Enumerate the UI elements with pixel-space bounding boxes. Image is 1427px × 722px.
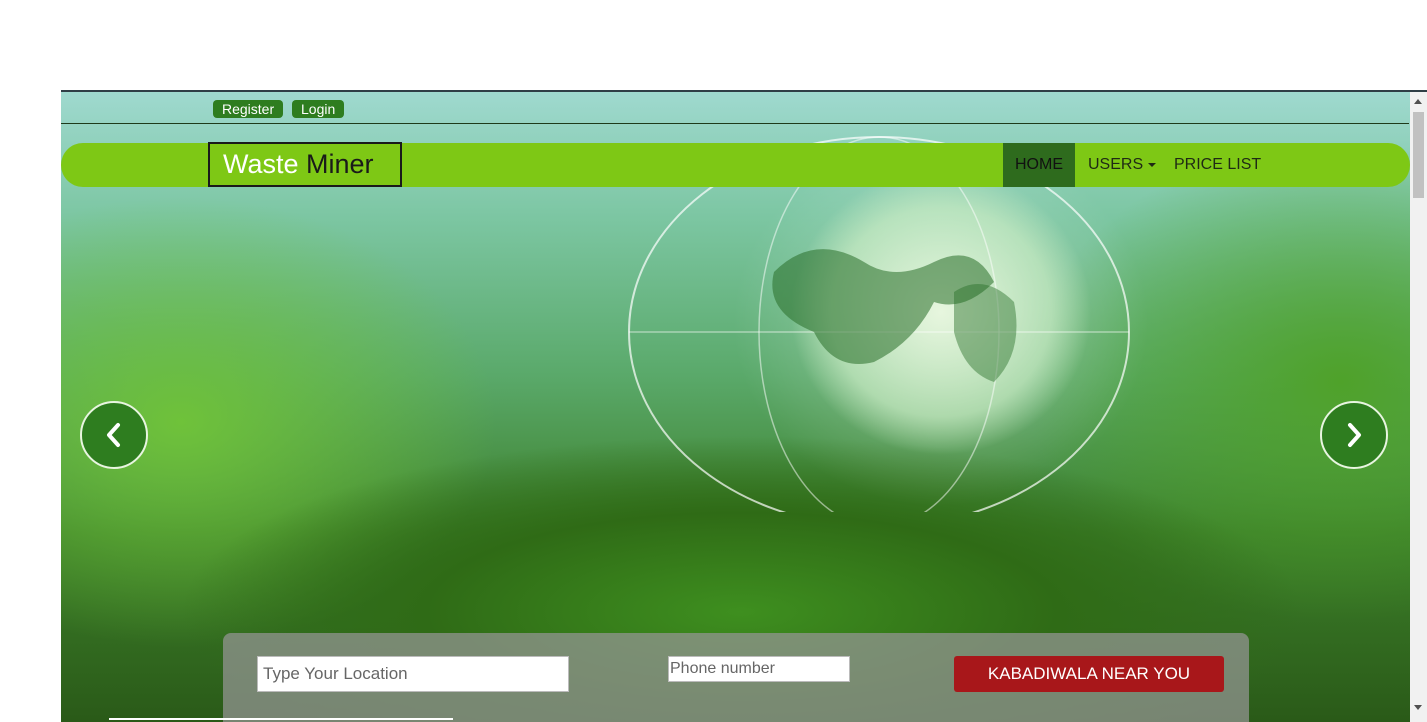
scrollbar[interactable] — [1410, 92, 1427, 722]
scroll-thumb[interactable] — [1413, 112, 1424, 198]
scroll-up-arrow-icon[interactable] — [1414, 99, 1422, 104]
carousel-next-button[interactable] — [1320, 401, 1388, 469]
brand-logo[interactable]: Waste Miner — [208, 142, 402, 187]
nav-users[interactable]: USERS — [1088, 143, 1157, 187]
phone-input[interactable] — [668, 656, 850, 682]
nav-price-list-label: PRICE LIST — [1174, 156, 1262, 173]
hero-carousel: Register Login Waste Miner HOME USERS PR… — [61, 90, 1427, 722]
nav-home-label: HOME — [1015, 156, 1063, 173]
top-auth-bar: Register Login — [61, 92, 1409, 124]
kabadiwala-near-you-button[interactable]: KABADIWALA NEAR YOU — [954, 656, 1224, 692]
nav-price-list[interactable]: PRICE LIST — [1174, 143, 1261, 187]
login-button[interactable]: Login — [292, 100, 345, 118]
chevron-right-icon — [1348, 423, 1361, 447]
chevron-left-icon — [107, 423, 120, 447]
nav-users-label: USERS — [1088, 156, 1144, 173]
search-panel: KABADIWALA NEAR YOU — [223, 633, 1249, 722]
caret-down-icon — [1148, 162, 1157, 167]
brand-word-miner: Miner — [306, 149, 374, 179]
main-navbar: Waste Miner HOME USERS PRICE LIST — [61, 142, 1410, 187]
nav-home[interactable]: HOME — [1003, 143, 1075, 187]
carousel-prev-button[interactable] — [80, 401, 148, 469]
register-button[interactable]: Register — [213, 100, 284, 118]
brand-word-waste: Waste — [223, 149, 299, 179]
location-input[interactable] — [257, 656, 569, 692]
scroll-down-arrow-icon[interactable] — [1414, 705, 1422, 710]
